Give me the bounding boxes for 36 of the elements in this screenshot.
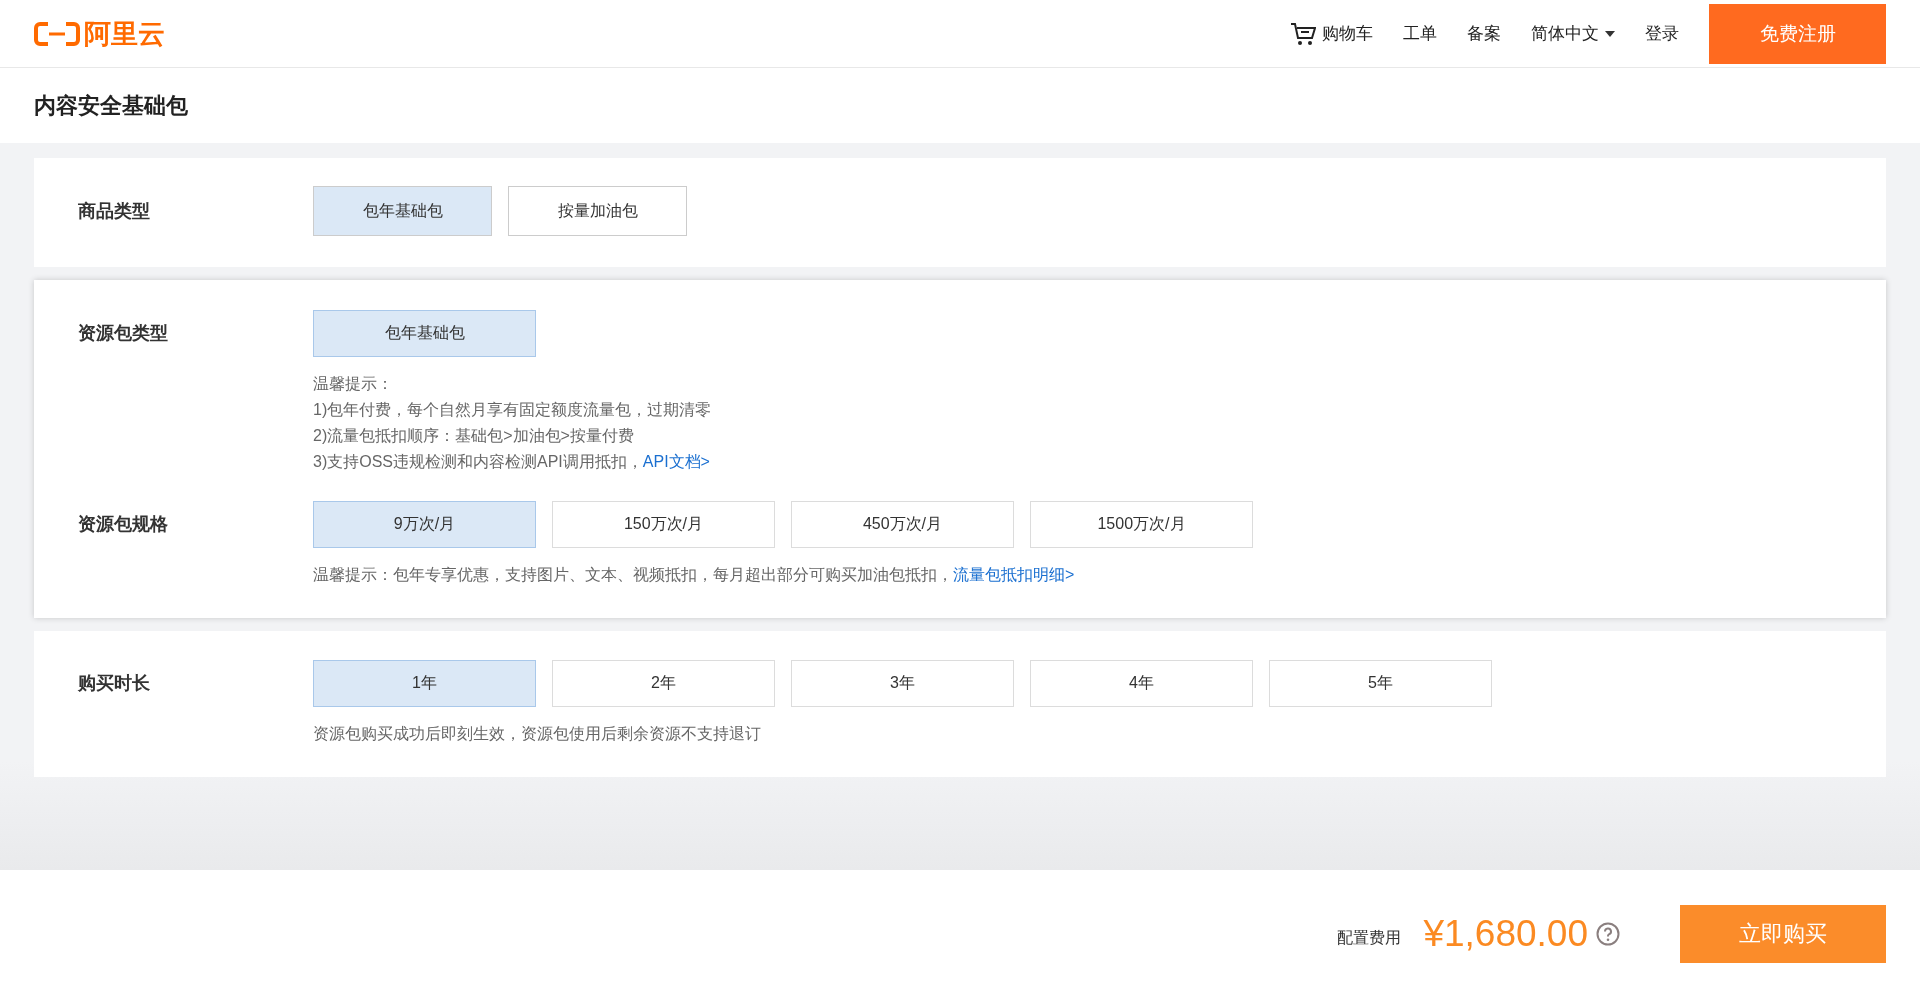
nav-link[interactable]: 登录 [1645,22,1679,45]
field-label: 商品类型 [78,200,151,223]
cart-icon [1290,20,1316,47]
option-button[interactable]: 1500万次/月 [1030,501,1253,548]
option-button[interactable]: 4年 [1030,660,1253,707]
hint-text: 3)支持OSS违规检测和内容检测API调用抵扣，API文档> [313,452,711,472]
field-label: 资源包规格 [78,513,169,536]
field-label: 资源包类型 [78,322,169,345]
page-title: 内容安全基础包 [34,91,188,120]
language-dropdown[interactable]: 简体中文 [1531,22,1615,45]
option-button[interactable]: 包年基础包 [313,186,492,236]
nav-link[interactable]: 备案 [1467,22,1501,45]
price-value: ¥1,680.00 [1423,912,1588,955]
doc-link[interactable]: 流量包抵扣明细> [953,566,1075,583]
doc-link[interactable]: API文档> [642,453,710,470]
option-button[interactable]: 9万次/月 [313,501,536,548]
cart-link[interactable]: 购物车 [1290,20,1373,47]
option-button[interactable]: 150万次/月 [552,501,775,548]
logo-icon [34,20,80,47]
field-label: 购买时长 [78,672,151,695]
option-button[interactable]: 1年 [313,660,536,707]
hint-text: 温馨提示： [313,374,394,394]
option-button[interactable]: 450万次/月 [791,501,1014,548]
option-button[interactable]: 按量加油包 [508,186,687,236]
hint-text: 资源包购买成功后即刻生效，资源包使用后剩余资源不支持退订 [313,724,762,744]
option-button[interactable]: 2年 [552,660,775,707]
price-label: 配置费用 [1337,928,1402,948]
option-button[interactable]: 5年 [1269,660,1492,707]
hint-text: 温馨提示：包年专享优惠，支持图片、文本、视频抵扣，每月超出部分可购买加油包抵扣，流量包抵扣明细> [313,565,1076,585]
help-icon[interactable] [1596,921,1620,946]
option-button[interactable]: 3年 [791,660,1014,707]
caret-icon [1605,30,1615,37]
hint-text: 1)包年付费，每个自然月享有固定额度流量包，过期清零 [313,400,712,420]
hint-text: 2)流量包抵扣顺序：基础包>加油包>按量付费 [313,426,635,446]
nav-link[interactable]: 工单 [1403,22,1437,45]
option-button[interactable]: 包年基础包 [313,310,536,357]
